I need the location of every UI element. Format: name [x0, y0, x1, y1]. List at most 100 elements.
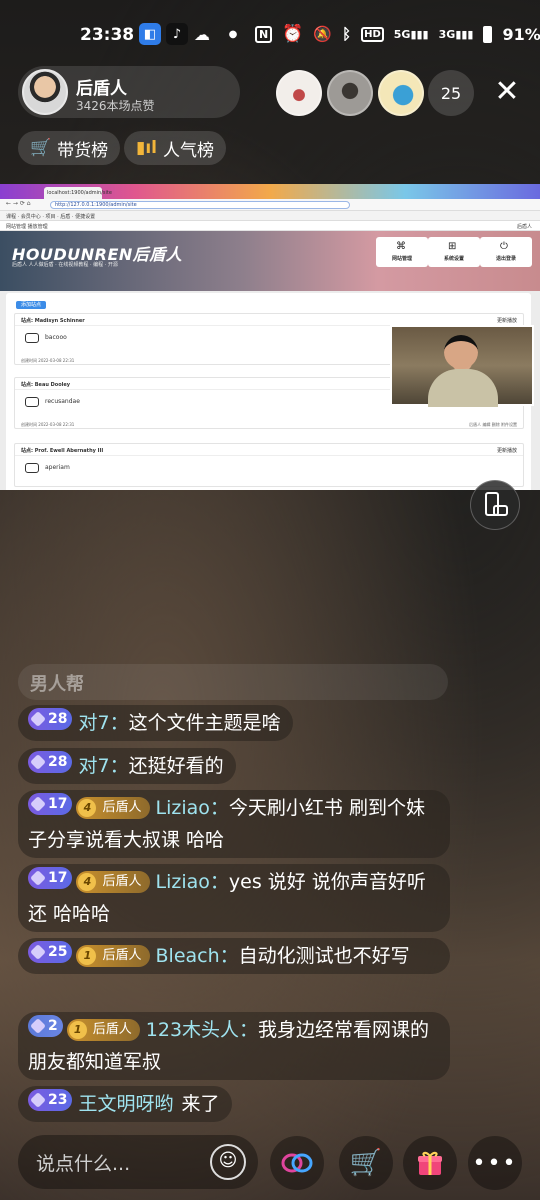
fan-badge: 4 后盾人 [76, 797, 150, 819]
status-bar: 23:38 ◧ ♪ ☁ ● N ⏰ 🔕 ᛒ HD 5G▮▮▮ 3G▮▮▮ 91% [0, 0, 540, 70]
5g-signal-icon: 5G▮▮▮ [393, 27, 429, 41]
chat-message: 2 1 后盾人 123木头人：我身边经常看网课的朋友都知道军叔 [18, 1012, 450, 1080]
battery-percent: 91% [502, 24, 540, 44]
system-settings-label: 系统设置 [443, 256, 464, 262]
alarm-icon: ⏰ [282, 24, 304, 44]
more-button[interactable]: ••• [468, 1136, 522, 1190]
link-icon [281, 1153, 313, 1173]
chat-text: 这个文件主题是啥 [128, 712, 281, 734]
site-manage-button[interactable]: ⌘ 网站管理 [376, 237, 428, 267]
level-number: 28 [48, 711, 68, 727]
app-icon: ◧ [139, 23, 161, 45]
site-card-text: recusandae [45, 398, 80, 405]
level-badge: 28 [28, 708, 73, 730]
3g-label: 3G [438, 27, 456, 41]
site-hero: HOUDUNREN后盾人 后盾人 人人做后盾 · 在线视频教程 · 编程 · 开… [0, 231, 540, 291]
cart-icon: 🛒 [30, 138, 52, 158]
fan-label: 后盾人 [102, 948, 142, 963]
level-number: 25 [48, 944, 68, 960]
logout-label: 退出登录 [495, 256, 516, 262]
site-manage-label: 网站管理 [391, 256, 412, 262]
chat-message: 17 4 后盾人 Liziao：yes 说好 说你声音好听还 哈哈哈 [18, 864, 450, 932]
logout-button[interactable]: ⏻ 退出登录 [480, 237, 532, 267]
site-card-action[interactable]: 更新播放 [497, 317, 517, 324]
hd-icon: HD [361, 26, 384, 42]
level-number: 23 [48, 1092, 68, 1108]
system-settings-button[interactable]: ⊞ 系统设置 [428, 237, 480, 267]
chat-colon: ： [239, 1019, 259, 1041]
gem-icon [30, 754, 46, 770]
nav-arrows-icon[interactable]: ← → ⟳ ⌂ [6, 200, 31, 207]
browser-url-bar: ← → ⟳ ⌂ http://127.0.0.1:1900/admin/site [0, 199, 540, 211]
chat-message: 17 4 后盾人 Liziao：今天刷小红书 刷到个妹子分享说看大叔课 哈哈 [18, 790, 450, 858]
chat-username[interactable]: 对7 [78, 712, 109, 734]
app-nav-left[interactable]: 网站管理 播放管理 [6, 224, 48, 230]
streamer-head [444, 335, 478, 369]
host-avatar[interactable] [22, 69, 68, 115]
add-site-button[interactable]: 添加站点 [16, 301, 46, 309]
level-number: 2 [48, 1018, 58, 1034]
url-field[interactable]: http://127.0.0.1:1900/admin/site [50, 201, 350, 209]
gift-button[interactable] [403, 1136, 457, 1190]
chat-username[interactable]: 王文明呀哟 [78, 1093, 173, 1115]
gem-icon [30, 711, 46, 727]
status-time: 23:38 [80, 25, 135, 45]
browser-tab-bar: localhost:1900/admin/site [0, 184, 540, 199]
chat-colon: ： [209, 871, 229, 893]
emoji-icon[interactable]: ☺ [210, 1144, 246, 1180]
popularity-rank-pill[interactable]: ▮ıl 人气榜 [124, 131, 227, 165]
chat-username[interactable]: 123木头人 [146, 1019, 239, 1041]
fan-label: 后盾人 [102, 874, 142, 889]
fan-label: 后盾人 [92, 1022, 132, 1037]
site-card-body: aperiam [15, 456, 523, 486]
faded-chat-message: 男人帮 [18, 664, 448, 700]
viewer-avatar-3[interactable] [378, 70, 424, 116]
app-nav-right[interactable]: 后盾人 [517, 223, 532, 230]
dot-icon: ● [228, 28, 238, 40]
browser-tab[interactable]: localhost:1900/admin/site [44, 187, 112, 199]
3g-signal-icon: 3G▮▮▮ [438, 27, 474, 41]
host-card[interactable]: 后盾人 3426本场点赞 [18, 66, 240, 118]
5g-label: 5G [393, 27, 411, 41]
level-badge: 2 [28, 1015, 63, 1037]
rotate-screen-icon [485, 492, 508, 516]
site-icon [25, 397, 39, 407]
chat-username[interactable]: Liziao [156, 871, 210, 893]
rotate-screen-button[interactable] [470, 480, 520, 530]
shopping-cart-button[interactable]: 🛒 [339, 1136, 393, 1190]
chat-username[interactable]: Liziao [156, 797, 210, 819]
sales-rank-pill[interactable]: 🛒 带货榜 [18, 131, 121, 165]
site-card-actions[interactable]: 后盾人 编辑 删除 附件设置 [469, 422, 517, 428]
shared-screen[interactable]: localhost:1900/admin/site ← → ⟳ ⌂ http:/… [0, 184, 540, 490]
chat-username[interactable]: Bleach [156, 945, 220, 967]
site-card-text: bacooo [45, 334, 67, 341]
level-badge: 17 [28, 793, 73, 815]
level-badge: 28 [28, 751, 73, 773]
link-button[interactable] [270, 1136, 324, 1190]
viewer-count[interactable]: 25 [428, 70, 474, 116]
fan-level: 4 [78, 873, 97, 891]
power-icon: ⏻ [500, 241, 508, 252]
chat-text: 还挺好看的 [128, 755, 224, 777]
viewer-avatar-1[interactable] [276, 70, 322, 116]
site-card: 站点: Prof. Ewell Abernathy III 更新播放 aperia… [14, 443, 524, 487]
battery-icon [483, 25, 493, 43]
nfc-icon: N [255, 25, 273, 43]
close-icon[interactable]: ✕ [492, 77, 522, 108]
fan-level: 4 [78, 799, 97, 817]
sales-rank-label: 带货榜 [57, 140, 109, 161]
site-icon [25, 463, 39, 473]
chat-username[interactable]: 对7 [78, 755, 109, 777]
site-card-title: 站点: Beau Dooley [21, 382, 71, 388]
level-number: 17 [48, 870, 68, 886]
level-badge: 17 [28, 867, 73, 889]
more-icon: ••• [472, 1150, 518, 1176]
fan-badge: 1 后盾人 [76, 945, 150, 967]
site-card-action[interactable]: 更新播放 [497, 447, 517, 454]
viewer-avatar-2[interactable] [327, 70, 373, 116]
gem-icon [30, 870, 46, 886]
app-nav-bar: 网站管理 播放管理 后盾人 [0, 221, 540, 231]
chat-colon: ： [219, 945, 239, 967]
bluetooth-icon: ᛒ [342, 25, 352, 43]
site-card-text: aperiam [45, 464, 70, 471]
